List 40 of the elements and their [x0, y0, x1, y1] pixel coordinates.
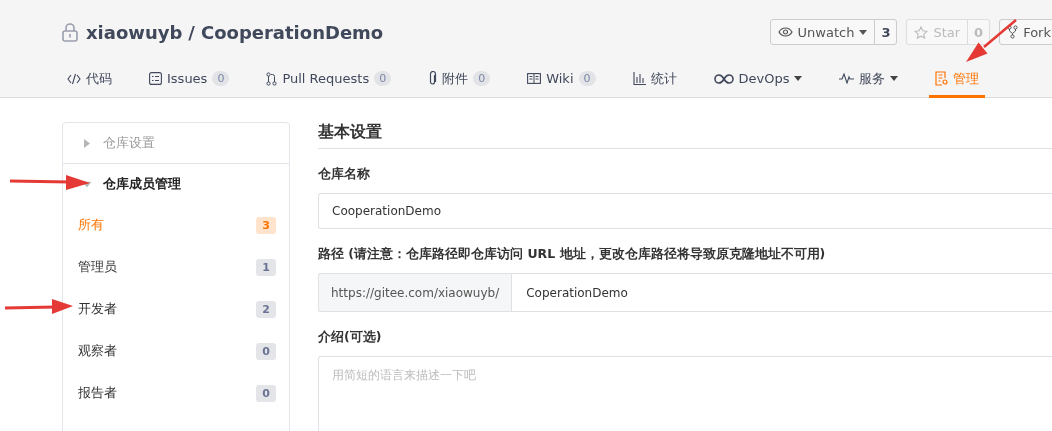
- pulse-icon: [839, 73, 855, 84]
- repo-tab[interactable]: 代码: [61, 62, 118, 98]
- field-label: 路径 (请注意：仓库路径即仓库访问 URL 地址，更改仓库路径将导致原克隆地址不可用): [318, 246, 827, 263]
- section-heading: 基本设置: [318, 122, 1052, 149]
- sidebar-item[interactable]: 观察者 0: [63, 330, 289, 372]
- repo-tab[interactable]: DevOps: [707, 62, 809, 98]
- eye-icon: [777, 27, 793, 37]
- repo-tab[interactable]: 附件 0: [422, 62, 497, 98]
- infinity-icon: [713, 73, 734, 84]
- checklist-icon: [149, 72, 162, 85]
- field-label: 介绍(可选): [318, 329, 383, 346]
- paperclip-icon: [428, 71, 438, 86]
- action-count[interactable]: 3: [874, 20, 897, 44]
- document-icon: [935, 71, 949, 86]
- url-prefix: https://gitee.com/xiaowuyb/: [318, 273, 512, 312]
- repo-action-button[interactable]: Fork: [1000, 20, 1052, 44]
- repo-owner-link[interactable]: xiaowuyb: [86, 21, 183, 43]
- code-icon: [67, 72, 81, 85]
- sidebar-item[interactable]: 开发者 2: [63, 288, 289, 330]
- input-field[interactable]: CooperationDemo: [318, 193, 1052, 229]
- fork-icon: [1007, 25, 1019, 39]
- repo-tab[interactable]: Wiki 0: [521, 62, 602, 98]
- sidebar-item[interactable]: 管理员 1: [63, 246, 289, 288]
- annotation-arrow: [4, 299, 73, 314]
- bar-chart-icon: [632, 72, 646, 85]
- book-icon: [527, 73, 542, 84]
- repo-tab[interactable]: Issues 0: [143, 62, 236, 98]
- input-field[interactable]: CoperationDemo: [511, 273, 1052, 312]
- repo-action-button[interactable]: Unwatch: [770, 20, 875, 44]
- repo-tab[interactable]: 服务: [833, 62, 905, 98]
- sidebar-item[interactable]: 报告者 0: [63, 372, 289, 414]
- path-separator: /: [188, 21, 195, 43]
- caret-icon: [84, 138, 90, 148]
- repo-name-link[interactable]: CooperationDemo: [200, 21, 384, 43]
- pull-request-icon: [266, 71, 278, 86]
- star-icon: [914, 25, 929, 39]
- repo-tab[interactable]: Pull Requests 0: [260, 62, 398, 98]
- field-label: 仓库名称: [318, 166, 371, 183]
- annotation-arrow: [966, 19, 1017, 62]
- repo-tab[interactable]: 统计: [626, 62, 683, 98]
